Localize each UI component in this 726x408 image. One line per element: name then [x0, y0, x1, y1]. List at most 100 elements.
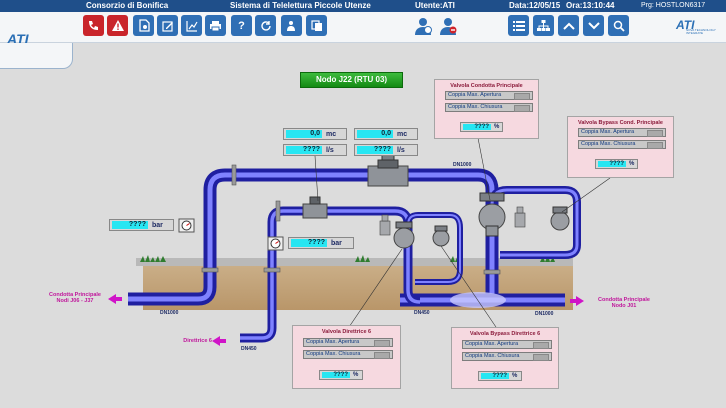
print-icon[interactable] — [205, 15, 226, 36]
main-valve-position-unit: % — [494, 124, 500, 130]
directrix-open-torque: Coppia Max. Apertura — [303, 338, 393, 347]
volume-meter-1-unit: mc — [326, 131, 337, 138]
pressure-center-value: ???? — [291, 239, 327, 247]
connection-directrix: Direttrice 6 — [183, 338, 212, 344]
bypass-directrix-position: ???? % — [478, 371, 522, 381]
pressure-display-center: ???? bar — [288, 237, 354, 249]
main-valve — [478, 192, 506, 237]
help-icon[interactable]: ? — [231, 15, 252, 36]
pipe-label-dn450-bottom: DN450 — [241, 346, 257, 352]
bypass-main-close-label: Coppia Max. Chiusura — [581, 141, 636, 147]
connection-main-right: Condotta Principale Nodo J01 — [589, 297, 659, 309]
panel-directrix-title: Valvola Direttrice 6 — [321, 329, 372, 335]
volume-meter-2-unit: mc — [397, 131, 408, 138]
directrix-valve — [393, 221, 415, 249]
bypass-directrix-open-torque: Coppia Max. Apertura — [462, 340, 552, 349]
panel-bypass-directrix-title: Valvola Bypass Direttrice 6 — [469, 331, 541, 337]
bypass-directrix-position-value: ???? — [481, 373, 509, 379]
status-lamp — [514, 105, 530, 112]
volume-meter-2: 0,0 mc — [354, 128, 418, 140]
status-lamp — [514, 93, 530, 100]
directrix-position-unit: % — [353, 372, 359, 378]
time-label: Ora:13:10:44 — [566, 1, 615, 10]
bypass-directrix-valve — [432, 225, 450, 247]
alarm-icon[interactable] — [107, 15, 128, 36]
directrix-position: ???? % — [319, 370, 363, 380]
pressure-gauge-center — [267, 236, 284, 251]
directrix-close-torque: Coppia Max. Chiusura — [303, 350, 393, 359]
status-lamp — [374, 352, 390, 359]
status-lamp — [533, 354, 549, 361]
flow-meter-2-unit: l/s — [397, 147, 405, 154]
logo-subtitle-right: NOVA TECHNOLOGY INTEGRATE — [686, 28, 716, 35]
panel-main-valve-title: Valvola Condotta Principale — [450, 83, 523, 89]
bypass-main-close-torque: Coppia Max. Chiusura — [578, 140, 666, 149]
pipe-label-dn1000-right: DN1000 — [535, 311, 554, 317]
user-config-icon[interactable] — [413, 16, 433, 36]
main-valve-position: ???? % — [460, 122, 503, 132]
copy-icon[interactable] — [306, 15, 327, 36]
status-lamp — [374, 340, 390, 347]
user-info-icon[interactable] — [281, 15, 302, 36]
pressure-left-value: ???? — [112, 221, 148, 229]
panel-bypass-main: Valvola Bypass Cond. Principale Coppia M… — [567, 116, 674, 178]
bypass-directrix-close-label: Coppia Max. Chiusura — [465, 353, 520, 359]
bypass-directrix-close-torque: Coppia Max. Chiusura — [462, 352, 552, 361]
chevron-down-icon[interactable] — [583, 15, 604, 36]
chevron-up-icon[interactable] — [558, 15, 579, 36]
prog-label: Prg: HOSTLON6317 — [641, 2, 706, 9]
refresh-icon[interactable] — [255, 15, 276, 36]
connection-main-left: Condotta Principale Nodi J06 - J37 — [40, 292, 110, 304]
status-lamp — [647, 142, 663, 149]
edit-icon[interactable] — [157, 15, 178, 36]
pipe-label-dn1000-left: DN1000 — [160, 310, 179, 316]
main-valve-close-torque: Coppia Max. Chiusura — [445, 103, 533, 112]
pressure-center-unit: bar — [331, 240, 342, 247]
ground-gravel — [136, 258, 573, 266]
user-remove-icon[interactable] — [438, 16, 458, 36]
main-valve-open-torque: Coppia Max. Apertura — [445, 91, 533, 100]
title-bar: Consorzio di Bonifica Sistema di Telelet… — [0, 0, 726, 12]
volume-meter-1: 0,0 mc — [283, 128, 347, 140]
report-icon[interactable] — [133, 15, 154, 36]
system-name: Sistema di Telelettura Piccole Utenze — [230, 1, 371, 10]
volume-meter-1-value: 0,0 — [286, 130, 322, 138]
status-lamp — [533, 342, 549, 349]
list-icon[interactable] — [508, 15, 529, 36]
main-valve-open-label: Coppia Max. Apertura — [448, 92, 502, 98]
directrix-open-label: Coppia Max. Apertura — [306, 339, 360, 345]
node-title: Nodo J22 (RTU 03) — [300, 72, 403, 88]
bypass-main-position: ???? % — [595, 159, 638, 169]
volume-meter-2-value: 0,0 — [357, 130, 393, 138]
flow-meter-1-unit: l/s — [326, 147, 334, 154]
directrix-position-value: ???? — [322, 372, 350, 378]
main-valve-close-label: Coppia Max. Chiusura — [448, 104, 503, 110]
user-label: Utente:ATI — [415, 1, 455, 10]
flow-meter-2-value: ???? — [357, 146, 393, 154]
bypass-main-position-value: ???? — [598, 161, 626, 167]
pipe-label-dn1000-top: DN1000 — [453, 162, 472, 168]
chart-icon[interactable] — [181, 15, 202, 36]
flow-meter-2: ???? l/s — [354, 144, 418, 156]
flow-meter-1-value: ???? — [286, 146, 322, 154]
bypass-main-valve — [550, 206, 570, 231]
tree-icon[interactable] — [533, 15, 554, 36]
flow-meter-directrix — [302, 196, 328, 219]
pressure-gauge-left — [178, 218, 195, 233]
bypass-main-position-unit: % — [629, 161, 635, 167]
bypass-main-open-label: Coppia Max. Apertura — [581, 129, 635, 135]
panel-bypass-directrix: Valvola Bypass Direttrice 6 Coppia Max. … — [451, 327, 559, 389]
status-lamp — [647, 130, 663, 137]
directrix-close-label: Coppia Max. Chiusura — [306, 351, 361, 357]
phone-icon[interactable] — [83, 15, 104, 36]
connection-main-left-line2: Nodi J06 - J37 — [56, 298, 94, 304]
bypass-directrix-open-label: Coppia Max. Apertura — [465, 341, 519, 347]
panel-bypass-main-title: Valvola Bypass Cond. Principale — [578, 120, 663, 126]
pipe-label-dn450-mid: DN450 — [414, 310, 430, 316]
bypass-directrix-position-unit: % — [512, 373, 518, 379]
pressure-display-left: ???? bar — [109, 219, 174, 231]
search-icon[interactable] — [608, 15, 629, 36]
org-name: Consorzio di Bonifica — [86, 1, 169, 10]
main-valve-position-value: ???? — [463, 124, 491, 130]
logo-right: ATI NOVA TECHNOLOGY INTEGRATE — [676, 18, 716, 35]
